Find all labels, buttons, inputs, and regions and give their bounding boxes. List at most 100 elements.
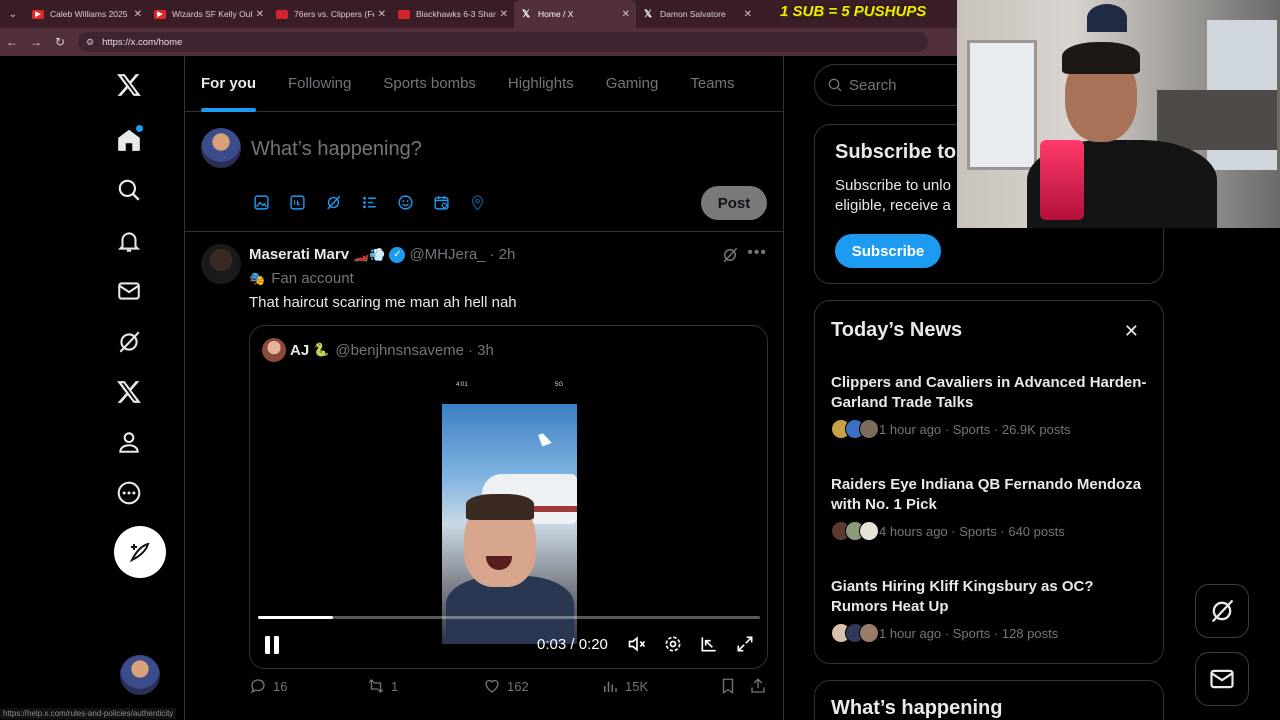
gif-icon[interactable] <box>287 192 307 212</box>
premium-x-icon[interactable] <box>114 377 144 407</box>
tab-title: Damon Salvatore <box>660 9 726 19</box>
tab-search-chevron-icon[interactable]: ⌄ <box>0 0 26 28</box>
tab-close-icon[interactable]: ✕ <box>378 9 386 20</box>
reply-icon <box>250 679 265 694</box>
tab-close-icon[interactable]: ✕ <box>622 9 630 20</box>
share-button[interactable] <box>749 677 773 695</box>
compose-input[interactable]: What’s happening? <box>251 138 422 161</box>
tab-following[interactable]: Following <box>288 56 351 112</box>
subscribe-button[interactable]: Subscribe <box>835 234 941 268</box>
quote-name-emoji: 🐍 <box>313 342 330 357</box>
room-window <box>967 40 1037 170</box>
avatar[interactable] <box>201 244 241 284</box>
mail-icon[interactable] <box>114 276 144 306</box>
poll-icon[interactable] <box>359 192 379 212</box>
news-headline: Giants Hiring Kliff Kingsbury as OC? Rum… <box>831 578 1094 615</box>
news-item[interactable]: Raiders Eye Indiana QB Fernando Mendoza … <box>831 475 1151 541</box>
tab-highlights[interactable]: Highlights <box>508 56 574 112</box>
grok-icon[interactable] <box>721 246 741 266</box>
news-meta: 1 hour ago · Sports · 128 posts <box>831 623 1151 643</box>
news-avatars <box>831 419 879 439</box>
tab-gaming[interactable]: Gaming <box>606 56 659 112</box>
location-pin-icon[interactable] <box>467 192 487 212</box>
heart-icon <box>485 679 499 693</box>
quote-author-handle: @benjhnsnsaveme <box>335 341 465 359</box>
home-icon[interactable] <box>114 125 144 155</box>
settings-gear-icon[interactable] <box>663 634 685 656</box>
reload-icon[interactable]: ↻ <box>48 28 72 56</box>
tab-close-icon[interactable]: ✕ <box>744 9 752 20</box>
browser-tab[interactable]: 𝕏 Damon Salvatore ✕ <box>636 0 758 28</box>
news-headline: Raiders Eye Indiana QB Fernando Mendoza … <box>831 476 1142 513</box>
messages-floating-button[interactable] <box>1195 652 1249 706</box>
url-field[interactable]: ⚙ https://x.com/home <box>78 32 928 52</box>
hanging-cap <box>1087 4 1127 32</box>
grok-icon <box>1211 599 1234 623</box>
grok-icon[interactable] <box>114 327 144 357</box>
tab-for-you[interactable]: For you <box>201 56 256 112</box>
news-meta: 1 hour ago · Sports · 26.9K posts <box>831 419 1151 439</box>
name-emoji: 🏎️💨 <box>353 246 386 262</box>
more-options-icon[interactable]: ••• <box>747 244 767 262</box>
profile-icon[interactable] <box>114 427 144 457</box>
tab-teams[interactable]: Teams <box>690 56 734 112</box>
whats-happening-title: What’s happening <box>831 697 1003 719</box>
site-settings-icon[interactable]: ⚙ <box>86 37 94 48</box>
tweet[interactable]: Maserati Marv 🏎️💨 ✓ @MHJera_ · 2h ••• 🎭 … <box>185 232 783 720</box>
forward-arrow-icon[interactable]: → <box>24 28 48 56</box>
author-name[interactable]: Maserati Marv <box>249 246 349 263</box>
quoted-tweet[interactable]: AJ 🐍 @benjhnsnsaveme · 3h 4:01 5G 0:03 /… <box>249 325 768 669</box>
author-handle[interactable]: @MHJera_ <box>409 246 485 263</box>
youtube-icon: ▶ <box>154 9 166 19</box>
browser-tab[interactable]: 76ers vs. Clippers (Fe ✕ <box>270 0 392 28</box>
news-item[interactable]: Giants Hiring Kliff Kingsbury as OC? Rum… <box>831 577 1151 643</box>
reply-button[interactable]: 16 <box>249 677 287 695</box>
tab-title: 76ers vs. Clippers (Fe <box>294 9 374 19</box>
bookmark-button[interactable] <box>719 677 743 695</box>
grok-icon[interactable] <box>323 192 343 212</box>
tab-close-icon[interactable]: ✕ <box>134 9 142 20</box>
browser-tab[interactable]: Blackhawks 6-3 Shar ✕ <box>392 0 514 28</box>
close-icon[interactable]: ✕ <box>1124 321 1139 342</box>
tab-close-icon[interactable]: ✕ <box>500 9 508 20</box>
search-icon <box>828 78 842 92</box>
quote-time: · 3h <box>468 341 494 359</box>
views-button[interactable]: 15K <box>601 677 648 695</box>
fan-account-label: 🎭 Fan account <box>249 270 354 287</box>
tab-sports-bombs[interactable]: Sports bombs <box>383 56 476 112</box>
news-item[interactable]: Clippers and Cavaliers in Advanced Harde… <box>831 373 1151 439</box>
compose-post-button[interactable] <box>114 526 166 578</box>
pause-icon[interactable] <box>264 636 280 654</box>
video-player[interactable]: 4:01 5G 0:03 / 0:20 <box>250 378 767 668</box>
x-logo-icon[interactable] <box>114 70 144 100</box>
account-avatar[interactable] <box>120 655 160 695</box>
browser-tab[interactable]: ▶ Caleb Williams 2025 ✕ <box>26 0 148 28</box>
grok-floating-button[interactable] <box>1195 584 1249 638</box>
news-icon <box>276 9 288 19</box>
more-circle-icon[interactable] <box>114 478 144 508</box>
news-avatars <box>831 623 879 643</box>
tab-close-icon[interactable]: ✕ <box>256 9 264 20</box>
emoji-icon[interactable] <box>395 192 415 212</box>
mute-icon[interactable] <box>627 634 649 656</box>
back-arrow-icon[interactable]: ← <box>0 28 24 56</box>
bell-icon[interactable] <box>114 226 144 256</box>
search-placeholder: Search <box>849 76 897 94</box>
like-button[interactable]: 162 <box>483 677 529 695</box>
tweet-time[interactable]: · 2h <box>490 246 516 263</box>
webcam-overlay <box>957 0 1280 228</box>
picture-in-picture-icon[interactable] <box>699 634 721 656</box>
search-icon[interactable] <box>114 175 144 205</box>
repost-button[interactable]: 1 <box>367 677 398 695</box>
video-time: 0:03 / 0:20 <box>537 636 608 653</box>
schedule-icon[interactable] <box>431 192 451 212</box>
post-composer: What’s happening? Post <box>185 112 783 232</box>
browser-tab[interactable]: ▶ Wizards SF Kelly Oub ✕ <box>148 0 270 28</box>
image-icon[interactable] <box>251 192 271 212</box>
bar-chart-icon <box>604 681 617 692</box>
x-icon: 𝕏 <box>521 8 531 20</box>
video-progress-bar[interactable] <box>258 616 760 619</box>
browser-tab-active[interactable]: 𝕏 Home / X ✕ <box>514 0 636 28</box>
post-button[interactable]: Post <box>701 186 767 220</box>
fullscreen-icon[interactable] <box>735 634 757 656</box>
